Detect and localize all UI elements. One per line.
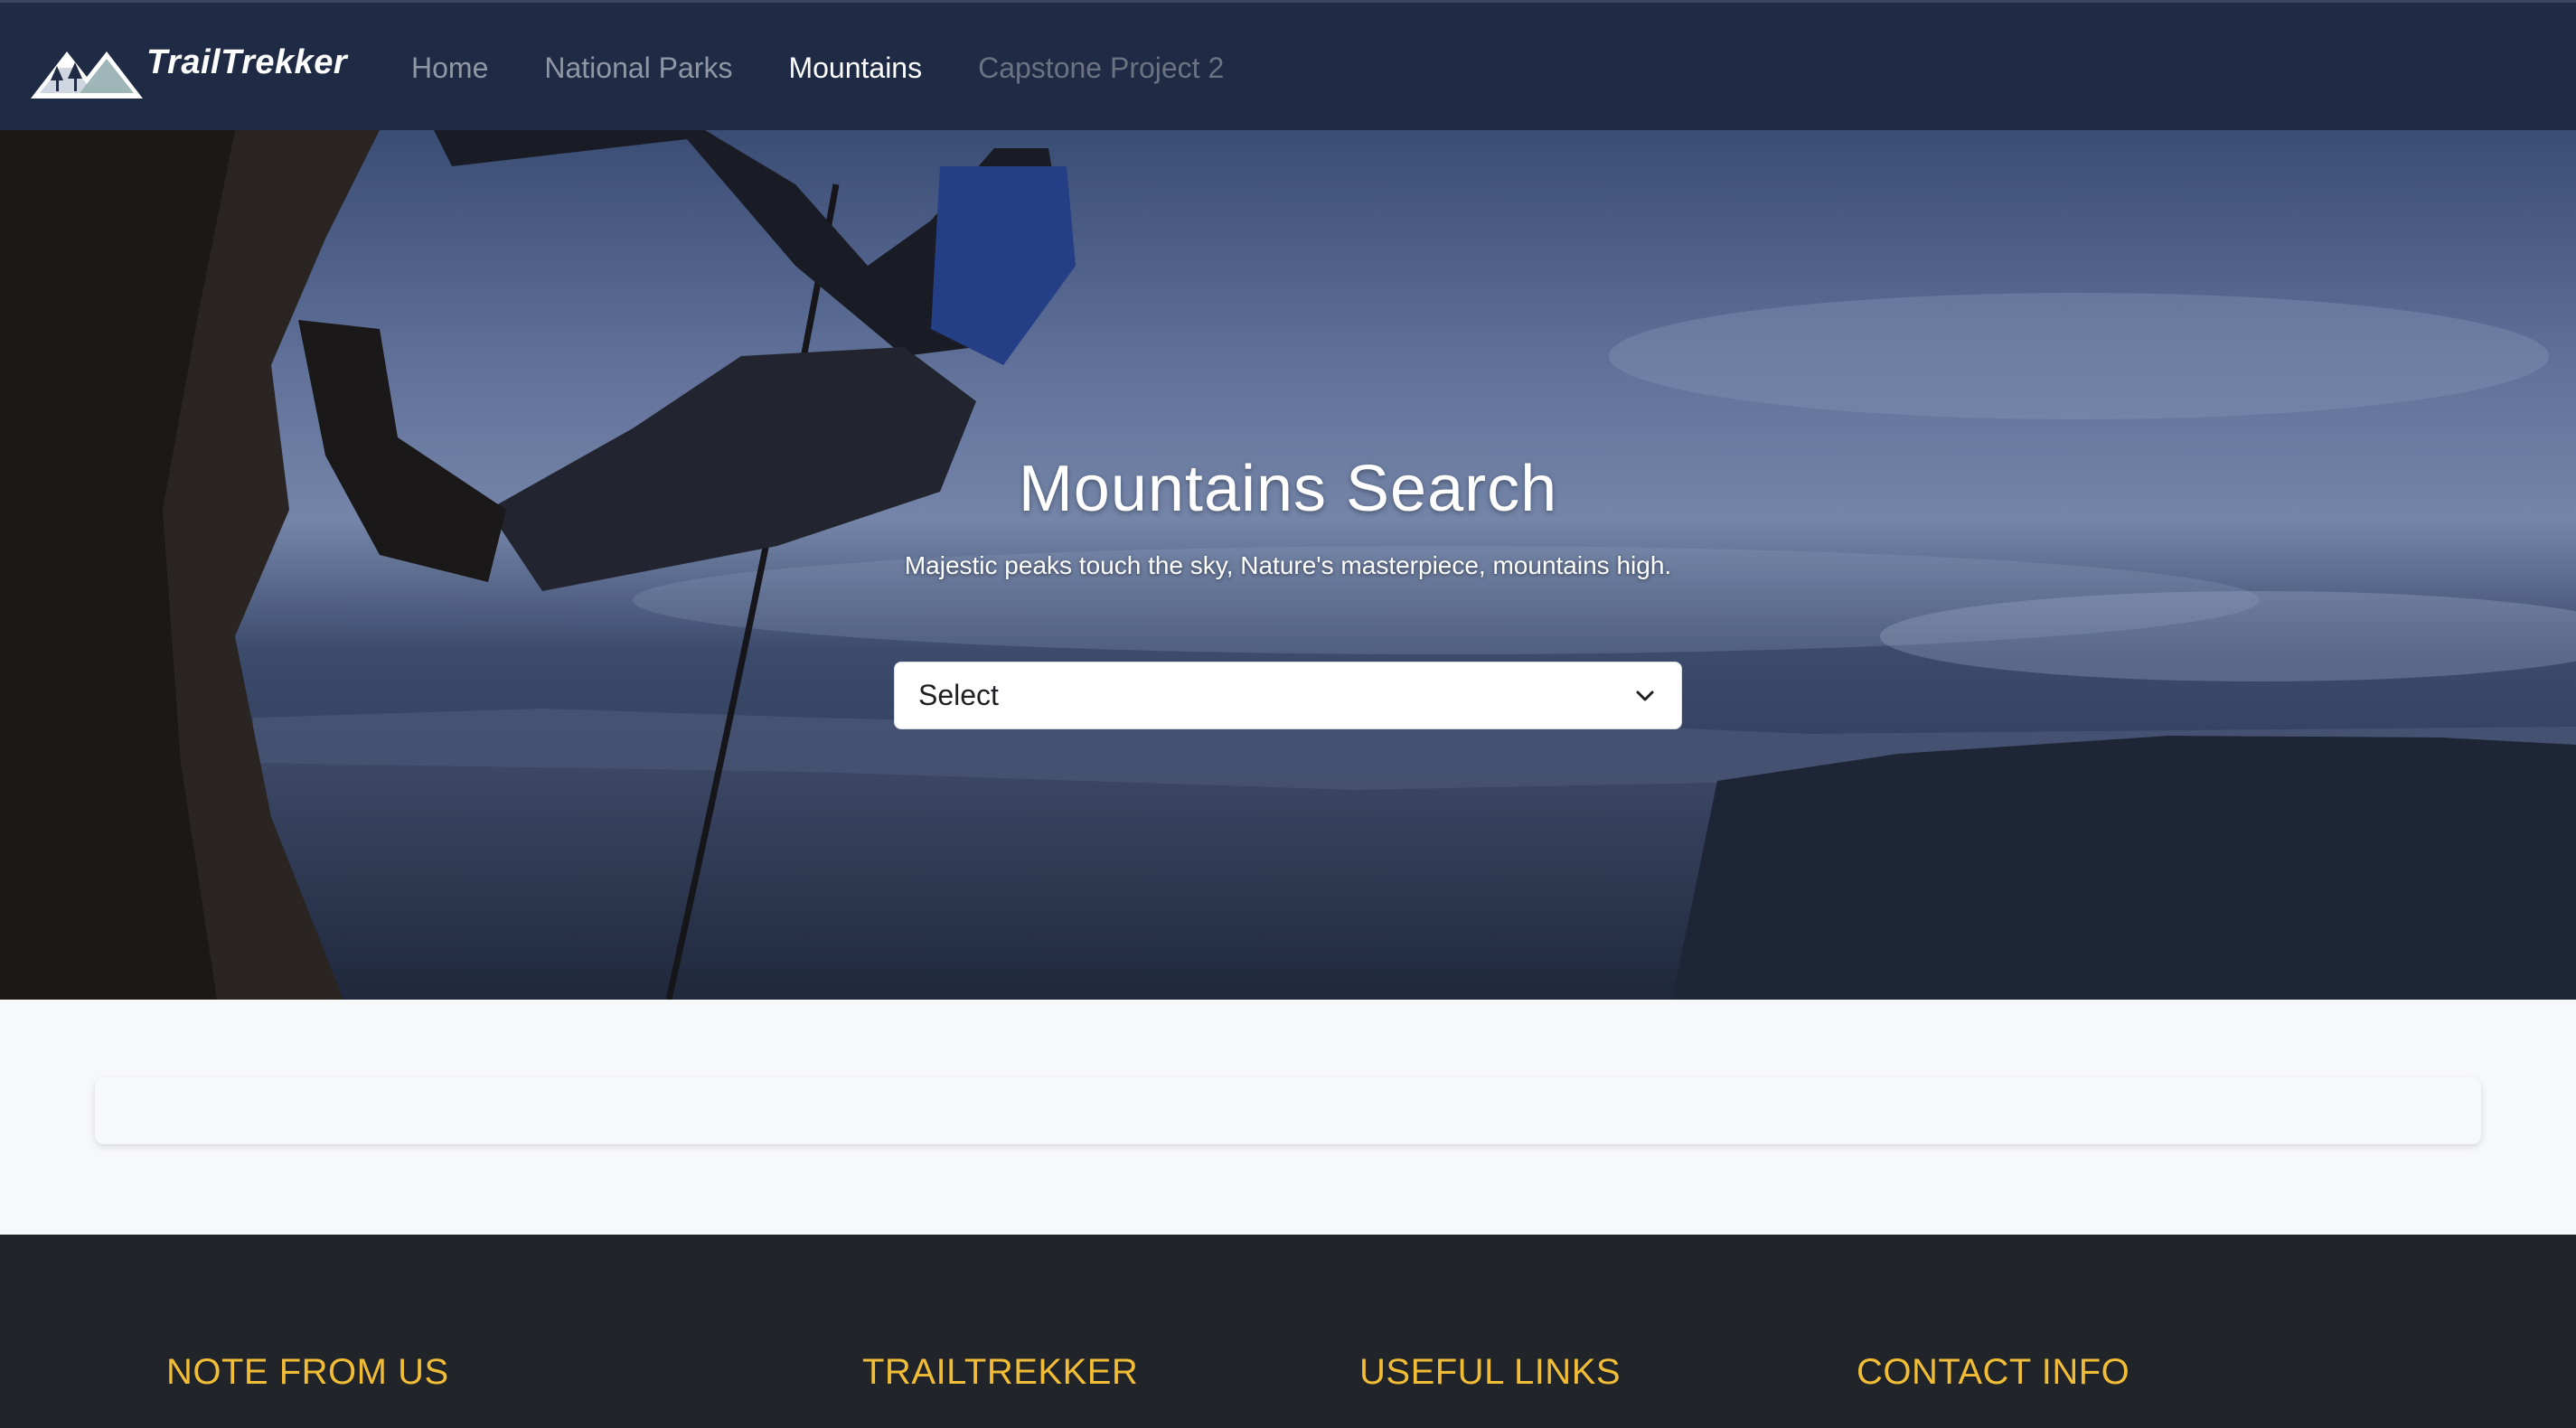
chevron-down-icon [1636, 691, 1654, 700]
nav-link-capstone-project[interactable]: Capstone Project 2 [978, 52, 1224, 85]
footer-heading-note-from-us: NOTE FROM US [166, 1352, 449, 1392]
select-value: Select [918, 679, 999, 711]
mountain-select-dropdown[interactable]: Select [894, 662, 1682, 729]
results-card [95, 1077, 2481, 1144]
nav-links: Home National Parks Mountains Capstone P… [411, 3, 1280, 133]
footer-heading-trailtrekker: TRAILTREKKER [862, 1352, 1139, 1392]
mountain-logo-icon [31, 52, 143, 99]
navbar: TrailTrekker Home National Parks Mountai… [0, 0, 2576, 130]
hero-title: Mountains Search [1018, 453, 1558, 525]
hero-subtitle: Majestic peaks touch the sky, Nature's m… [904, 551, 1672, 579]
brand-name: TrailTrekker [146, 42, 348, 81]
nav-link-national-parks[interactable]: National Parks [544, 52, 732, 85]
nav-link-mountains[interactable]: Mountains [788, 52, 922, 85]
hero-banner: Mountains Search Majestic peaks touch th… [0, 130, 2576, 1000]
nav-link-home[interactable]: Home [411, 52, 488, 85]
footer-heading-useful-links: USEFUL LINKS [1359, 1352, 1622, 1392]
footer: NOTE FROM US TRAILTREKKER USEFUL LINKS C… [0, 1235, 2576, 1428]
brand[interactable]: TrailTrekker [31, 39, 347, 99]
footer-heading-contact-info: CONTACT INFO [1857, 1352, 2130, 1392]
